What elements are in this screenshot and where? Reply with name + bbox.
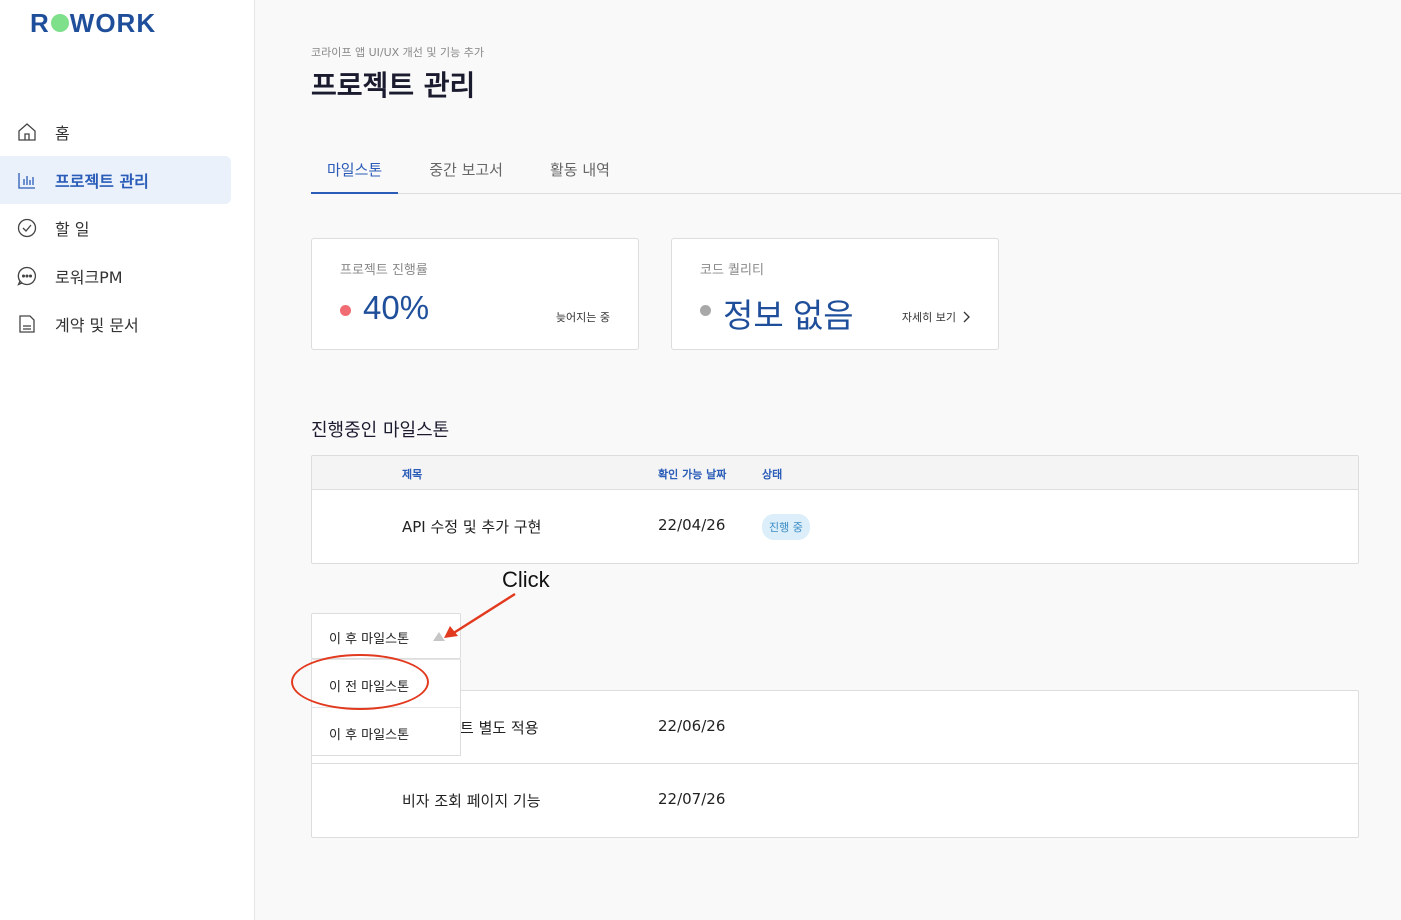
page-title: 프로젝트 관리 xyxy=(311,69,476,102)
code-quality-card-title: 코드 퀄리티 xyxy=(700,263,764,278)
sidebar-item-home[interactable]: 홈 xyxy=(0,108,231,156)
sidebar: R WORK 홈 프로젝트 관리 할 일 로워크PM 계약 및 문서 xyxy=(0,0,255,920)
milestone-title: API 수정 및 추가 구현 xyxy=(402,518,542,536)
document-icon xyxy=(16,313,38,335)
sidebar-nav: 홈 프로젝트 관리 할 일 로워크PM 계약 및 문서 xyxy=(0,108,255,348)
logo-letter: R xyxy=(30,7,50,38)
view-details-text: 자세히 보기 xyxy=(901,311,956,324)
status-dot-icon xyxy=(700,305,711,316)
table-row[interactable]: 비자 조회 페이지 기능 22/07/26 xyxy=(312,764,1358,837)
annotation-circle xyxy=(291,654,429,710)
milestone-date: 22/04/26 xyxy=(658,516,726,534)
tab-interim-report[interactable]: 중간 보고서 xyxy=(413,146,519,193)
progress-card-title: 프로젝트 진행률 xyxy=(340,263,428,278)
progress-value: 40% xyxy=(363,289,430,326)
sidebar-item-todo[interactable]: 할 일 xyxy=(0,204,231,252)
status-badge: 진행 중 xyxy=(762,514,810,540)
chevron-right-icon xyxy=(963,311,970,323)
status-dot-icon xyxy=(340,305,351,316)
logo-dot-icon xyxy=(50,14,69,32)
milestone-date: 22/06/26 xyxy=(658,717,726,735)
tab-milestone[interactable]: 마일스톤 xyxy=(311,146,399,194)
code-quality-value: 정보 없음 xyxy=(723,297,854,334)
table-header: 제목 확인 가능 날짜 상태 xyxy=(312,456,1358,490)
menu-item-label: 이 후 마일스톤 xyxy=(329,728,410,743)
view-details-link[interactable]: 자세히 보기 xyxy=(902,309,970,325)
tab-bar: 마일스톤 중간 보고서 활동 내역 xyxy=(311,146,1401,194)
upcoming-milestone-table: 트 별도 적용 22/06/26 비자 조회 페이지 기능 22/07/26 xyxy=(311,690,1359,838)
sidebar-item-label: 프로젝트 관리 xyxy=(55,172,149,191)
bar-chart-icon xyxy=(16,169,38,191)
header-title: 제목 xyxy=(402,468,423,481)
sidebar-item-label: 로워크PM xyxy=(55,268,123,287)
section-title: 진행중인 마일스톤 xyxy=(311,420,450,441)
milestone-title: 비자 조회 페이지 기능 xyxy=(402,792,541,810)
header-status: 상태 xyxy=(762,468,783,481)
rowork-logo[interactable]: R WORK xyxy=(30,8,156,38)
check-circle-icon xyxy=(16,217,38,239)
tab-activity[interactable]: 활동 내역 xyxy=(534,146,626,193)
sidebar-item-label: 계약 및 문서 xyxy=(55,316,139,335)
sidebar-item-project-management[interactable]: 프로젝트 관리 xyxy=(0,156,231,204)
current-milestone-table: 제목 확인 가능 날짜 상태 API 수정 및 추가 구현 22/04/26 진… xyxy=(311,455,1359,564)
menu-item-next-milestone[interactable]: 이 후 마일스톤 xyxy=(312,707,460,755)
milestone-filter-dropdown[interactable]: 이 후 마일스톤 xyxy=(311,613,461,659)
progress-note: 늦어지는 중 xyxy=(556,309,610,325)
table-row[interactable]: 트 별도 적용 22/06/26 xyxy=(312,691,1358,764)
milestone-title: 트 별도 적용 xyxy=(460,719,539,737)
home-icon xyxy=(16,121,38,143)
annotation-arrow-icon xyxy=(444,592,516,638)
sidebar-item-rowork-pm[interactable]: 로워크PM xyxy=(0,252,231,300)
dropdown-selected-label: 이 후 마일스톤 xyxy=(329,632,410,647)
sidebar-item-label: 할 일 xyxy=(55,220,90,239)
breadcrumb: 코라이프 앱 UI/UX 개선 및 기능 추가 xyxy=(311,46,485,59)
milestone-date: 22/07/26 xyxy=(658,790,726,808)
code-quality-card: 코드 퀄리티 정보 없음 자세히 보기 xyxy=(671,238,999,350)
table-row[interactable]: API 수정 및 추가 구현 22/04/26 진행 중 xyxy=(312,490,1358,563)
progress-card: 프로젝트 진행률 40% 늦어지는 중 xyxy=(311,238,639,350)
logo-text: WORK xyxy=(69,7,157,38)
header-date: 확인 가능 날짜 xyxy=(658,468,727,481)
sidebar-item-contracts[interactable]: 계약 및 문서 xyxy=(0,300,231,348)
progress-note-text: 늦어지는 중 xyxy=(555,311,610,324)
chat-icon xyxy=(16,265,38,287)
sidebar-item-label: 홈 xyxy=(55,124,70,143)
